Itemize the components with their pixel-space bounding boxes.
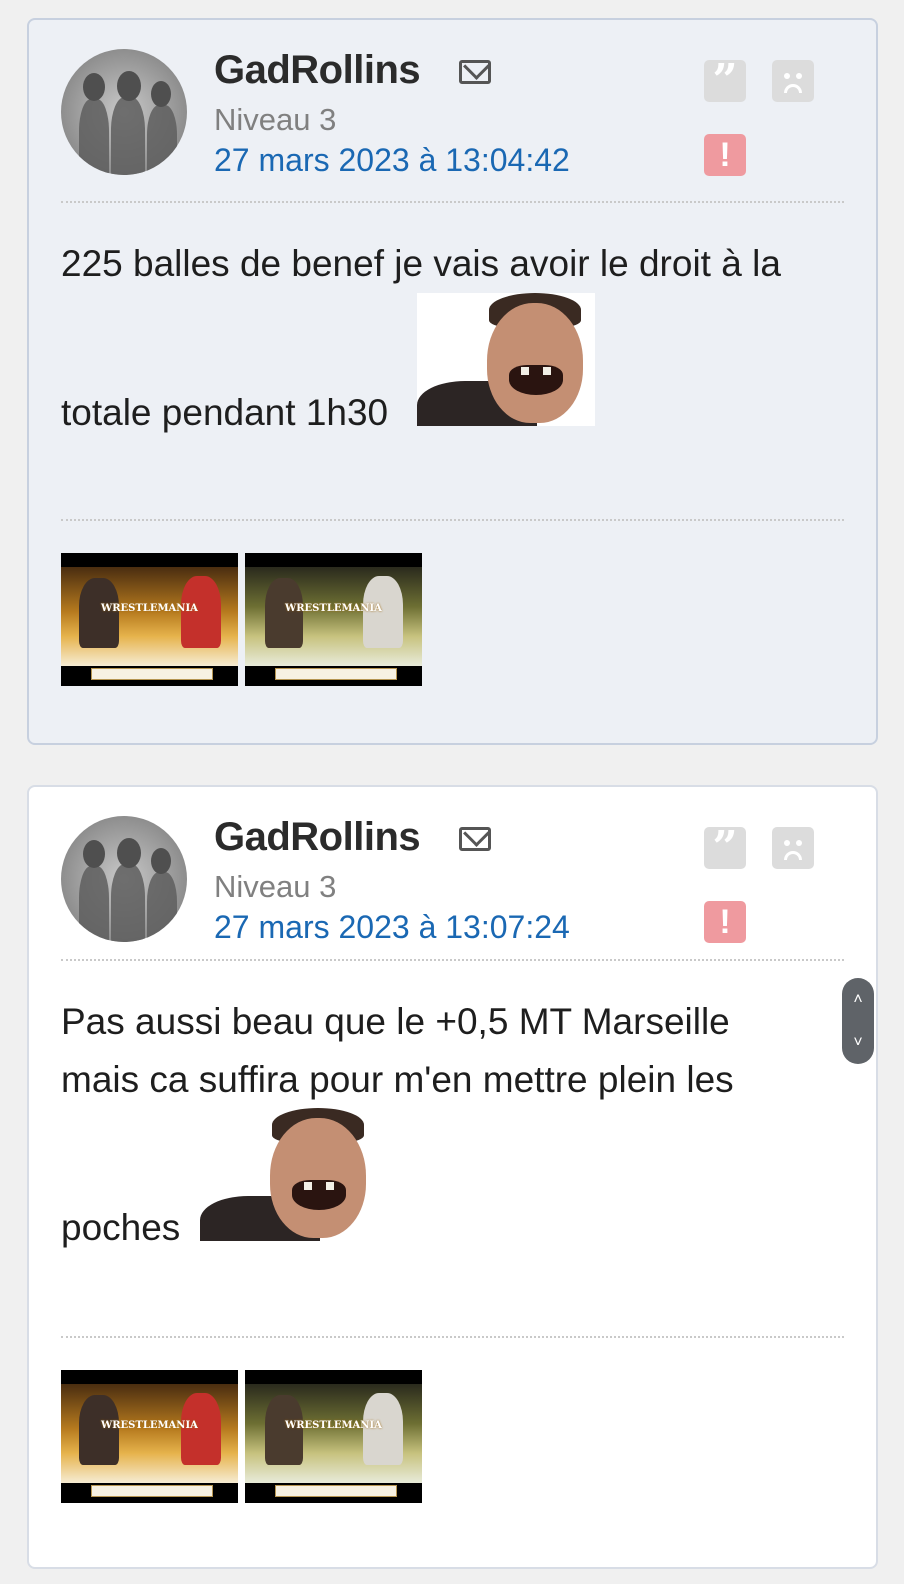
thumbnail-caption: WRESTLEMANIA — [101, 1420, 198, 1431]
forum-post: GadRollins Niveau 3 27 mars 2023 à 13:07… — [27, 785, 878, 1569]
sad-face-icon[interactable] — [772, 827, 814, 869]
post-text-line: 225 balles de benef je vais avoir le dro… — [61, 243, 781, 284]
risitas-sticker — [200, 1108, 378, 1241]
thumbnail-caption: WRESTLEMANIA — [285, 603, 382, 614]
attachment-thumbnail[interactable]: WRESTLEMANIA — [245, 553, 422, 686]
post-text-line: Pas aussi beau que le +0,5 MT Marseille — [61, 1001, 730, 1042]
author-level: Niveau 3 — [214, 869, 337, 904]
post-text-line: totale pendant 1h30 — [61, 392, 389, 433]
mail-icon[interactable] — [459, 827, 491, 851]
divider — [61, 959, 844, 961]
alert-icon[interactable]: ! — [704, 901, 746, 943]
author-level: Niveau 3 — [214, 102, 337, 137]
attachment-thumbnail[interactable]: WRESTLEMANIA — [245, 1370, 422, 1503]
author-name[interactable]: GadRollins — [214, 815, 421, 860]
chevron-up-icon[interactable]: ˄ — [842, 978, 874, 1021]
post-text-line: mais ca suffira pour m'en mettre plein l… — [61, 1059, 734, 1100]
post-text-line: poches — [61, 1207, 181, 1248]
mail-icon[interactable] — [459, 60, 491, 84]
alert-icon[interactable]: ! — [704, 134, 746, 176]
scroll-control[interactable]: ˄ ˅ — [842, 978, 874, 1064]
avatar[interactable] — [61, 816, 187, 942]
divider — [61, 201, 844, 203]
quote-icon[interactable]: ” — [704, 59, 746, 103]
thumbnail-caption: WRESTLEMANIA — [285, 1420, 382, 1431]
thumbnail-caption: WRESTLEMANIA — [101, 603, 198, 614]
divider — [61, 519, 844, 521]
post-date-link[interactable]: 27 mars 2023 à 13:04:42 — [214, 142, 570, 179]
divider — [61, 1336, 844, 1338]
chevron-down-icon[interactable]: ˅ — [842, 1021, 874, 1064]
avatar[interactable] — [61, 49, 187, 175]
quote-icon[interactable]: ” — [704, 826, 746, 870]
risitas-sticker — [417, 293, 595, 426]
post-date-link[interactable]: 27 mars 2023 à 13:07:24 — [214, 909, 570, 946]
author-name[interactable]: GadRollins — [214, 48, 421, 93]
attachment-thumbnail[interactable]: WRESTLEMANIA — [61, 1370, 238, 1503]
sad-face-icon[interactable] — [772, 60, 814, 102]
forum-post: GadRollins Niveau 3 27 mars 2023 à 13:04… — [27, 18, 878, 745]
attachment-thumbnail[interactable]: WRESTLEMANIA — [61, 553, 238, 686]
